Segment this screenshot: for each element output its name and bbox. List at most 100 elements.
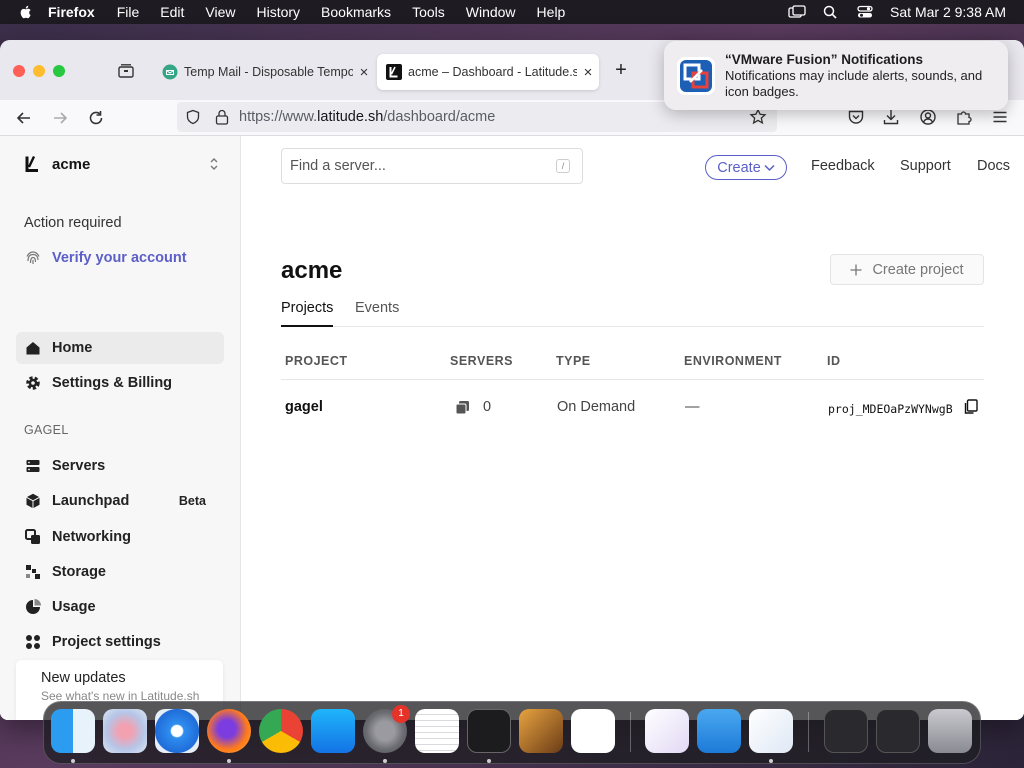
project-name-cell[interactable]: gagel [285, 399, 323, 415]
app-store-icon[interactable] [311, 709, 355, 753]
account-icon[interactable] [919, 108, 937, 126]
launchpad-icon[interactable] [103, 709, 147, 753]
chrome-icon[interactable] [259, 709, 303, 753]
tab-overview-icon[interactable] [117, 62, 135, 80]
tab-latitude-dashboard[interactable]: acme – Dashboard - Latitude.sh × [377, 54, 599, 90]
sidebar-item-servers[interactable]: Servers [16, 450, 224, 482]
org-switcher[interactable]: acme [24, 154, 220, 174]
menu-help[interactable]: Help [537, 4, 566, 20]
latitude-logo-icon [25, 155, 38, 172]
table-header-divider [281, 379, 984, 380]
window-thumbnail-icon[interactable] [824, 709, 868, 753]
spotlight-search-icon[interactable] [822, 5, 840, 19]
vmware-notification[interactable]: “VMware Fusion” Notifications Notificati… [664, 41, 1008, 110]
sidebar-item-label: Servers [52, 458, 106, 474]
terminal-icon[interactable] [467, 709, 511, 753]
tab-temp-mail[interactable]: Temp Mail - Disposable Tempor × [153, 54, 375, 90]
maximize-window-button[interactable] [53, 65, 65, 77]
type-cell: On Demand [557, 399, 636, 415]
menu-tools[interactable]: Tools [412, 4, 445, 20]
notification-title: “VMware Fusion” Notifications [725, 52, 924, 67]
sidebar-item-networking[interactable]: Networking [16, 521, 224, 553]
menu-window[interactable]: Window [466, 4, 516, 20]
menu-edit[interactable]: Edit [160, 4, 184, 20]
create-button[interactable]: Create [705, 155, 787, 180]
servers-icon [26, 460, 40, 472]
tracking-protection-shield-icon[interactable] [185, 109, 201, 125]
screen-mirroring-icon[interactable] [788, 5, 806, 19]
copy-icon[interactable] [963, 399, 978, 415]
search-shortcut-hint: / [556, 159, 570, 173]
garageband-icon[interactable] [519, 709, 563, 753]
running-indicator [487, 759, 491, 763]
reload-icon[interactable] [86, 108, 106, 128]
sidebar-item-storage[interactable]: Storage [16, 556, 224, 588]
icloud-icon[interactable] [697, 709, 741, 753]
menu-app-name[interactable]: Firefox [48, 4, 95, 20]
chevron-down-icon [764, 164, 775, 171]
firefox-icon[interactable] [207, 709, 251, 753]
dock-separator [808, 712, 809, 752]
sidebar-item-launchpad[interactable]: Launchpad Beta [16, 485, 224, 517]
create-project-button[interactable]: Create project [830, 254, 984, 285]
create-label: Create [717, 159, 761, 176]
lock-icon[interactable] [215, 109, 229, 125]
plus-icon [850, 264, 862, 275]
sidebar-item-label: Usage [52, 599, 96, 615]
servers-count-cell: 0 [483, 399, 492, 415]
sidebar-item-usage[interactable]: Usage [16, 591, 224, 623]
trash-icon[interactable] [928, 709, 972, 753]
running-indicator [227, 759, 231, 763]
close-tab-icon[interactable]: × [353, 64, 375, 81]
usage-icon [26, 599, 41, 614]
vmware-fusion-dock-icon[interactable] [749, 709, 793, 753]
feedback-link[interactable]: Feedback [811, 158, 875, 174]
support-link[interactable]: Support [900, 158, 951, 174]
tab-events[interactable]: Events [355, 300, 399, 327]
safari-icon[interactable] [155, 709, 199, 753]
menubar-clock[interactable]: Sat Mar 2 9:38 AM [890, 4, 1006, 20]
close-window-button[interactable] [13, 65, 25, 77]
home-icon [26, 342, 40, 355]
search-input[interactable] [282, 149, 542, 183]
forward-arrow-icon[interactable] [50, 108, 70, 128]
menu-file[interactable]: File [117, 4, 140, 20]
tab-title: acme – Dashboard - Latitude.sh [408, 65, 577, 79]
extensions-icon[interactable] [955, 108, 973, 126]
minimize-window-button[interactable] [33, 65, 45, 77]
running-indicator [383, 759, 387, 763]
textedit-icon[interactable] [415, 709, 459, 753]
action-required-heading: Action required [24, 215, 122, 231]
finder-icon[interactable] [51, 709, 95, 753]
column-header-id: ID [827, 354, 841, 368]
network-icon [25, 529, 40, 544]
vscode-icon[interactable] [571, 709, 615, 753]
menu-bookmarks[interactable]: Bookmarks [321, 4, 391, 20]
control-center-icon[interactable] [856, 5, 874, 19]
visual-studio-icon[interactable] [645, 709, 689, 753]
pocket-icon[interactable] [847, 108, 865, 126]
sidebar-item-label: Networking [52, 529, 131, 545]
menu-history[interactable]: History [256, 4, 300, 20]
apple-icon[interactable] [18, 4, 34, 20]
downloads-icon[interactable] [882, 108, 900, 126]
dock-separator [630, 712, 631, 752]
verify-account-link[interactable]: Verify your account [16, 242, 224, 274]
tab-projects[interactable]: Projects [281, 300, 334, 327]
sidebar-item-project-settings[interactable]: Project settings [16, 626, 224, 658]
hamburger-menu-icon[interactable] [991, 108, 1009, 126]
beta-badge: Beta [178, 494, 206, 508]
docs-link[interactable]: Docs [977, 158, 1010, 174]
bookmark-star-icon[interactable] [749, 108, 767, 126]
server-stack-icon [455, 401, 469, 415]
new-tab-button[interactable]: + [610, 59, 632, 81]
back-arrow-icon[interactable] [14, 108, 34, 128]
sidebar-item-home[interactable]: Home [16, 332, 224, 364]
window-thumbnail-icon[interactable] [876, 709, 920, 753]
sidebar-item-settings-billing[interactable]: Settings & Billing [16, 367, 224, 399]
menu-view[interactable]: View [205, 4, 235, 20]
server-search: / [281, 148, 583, 184]
url-text[interactable]: https://www.latitude.sh/dashboard/acme [239, 109, 495, 125]
column-header-environment: ENVIRONMENT [684, 354, 782, 368]
close-tab-icon[interactable]: × [577, 64, 599, 81]
